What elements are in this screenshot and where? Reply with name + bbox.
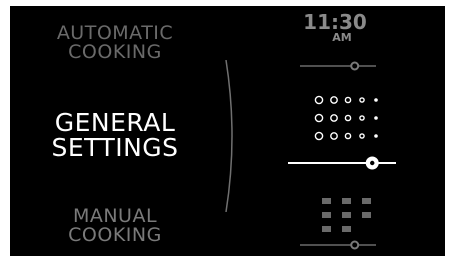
bottom-slider-knob[interactable]	[350, 240, 360, 250]
menu-item-general-settings[interactable]: GENERAL SETTINGS	[20, 110, 210, 160]
oven-display-screen: AUTOMATIC COOKING GENERAL SETTINGS MANUA…	[10, 6, 445, 256]
middle-slider-knob-center	[370, 160, 375, 166]
menu-item-manual-cooking[interactable]: MANUAL COOKING	[20, 207, 210, 245]
scroll-arc-icon	[225, 60, 233, 212]
dot-grid-icon[interactable]	[278, 94, 398, 144]
menu-item-automatic-cooking[interactable]: AUTOMATIC COOKING	[20, 24, 210, 62]
clock-display: 11:30 AM	[290, 12, 380, 44]
general-settings-label-line-2: SETTINGS	[51, 133, 179, 162]
bottom-level-slider[interactable]	[278, 238, 398, 252]
top-level-slider[interactable]	[278, 58, 398, 74]
middle-level-slider[interactable]	[278, 152, 398, 174]
automatic-cooking-label-line-2: COOKING	[68, 41, 162, 63]
general-settings-label-line-1: GENERAL	[54, 108, 176, 137]
top-slider-knob[interactable]	[350, 61, 360, 71]
clock-time: 11:30	[303, 10, 367, 34]
manual-cooking-label-line-2: COOKING	[68, 224, 162, 246]
square-grid-icon[interactable]	[278, 194, 398, 234]
